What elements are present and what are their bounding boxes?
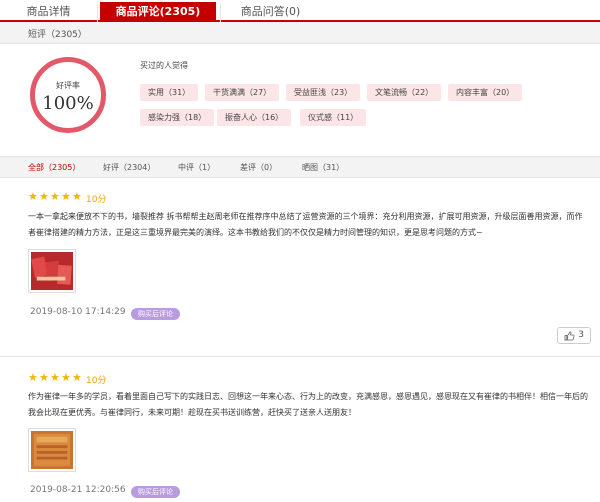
star-icon: ★	[50, 190, 60, 203]
review-stars: ★ ★ ★ ★ ★	[28, 371, 82, 384]
filter-positive[interactable]: 好评（2304）	[103, 162, 155, 173]
review-time: 2019-08-21 12:20:56	[30, 485, 126, 495]
impression-chip[interactable]: 实用（31）	[140, 84, 199, 101]
review-time: 2019-08-10 17:14:29	[30, 307, 126, 317]
star-icon: ★	[28, 190, 38, 203]
review-text: 作为崔律一年多的学员，看着里面自己写下的实践日志、回想这一年来心态、行为上的改变…	[28, 392, 588, 417]
like-count: 3	[578, 330, 584, 340]
impression-chip[interactable]: 受益匪浅（23）	[286, 84, 361, 101]
positive-rate-label: 好评率	[56, 81, 80, 90]
review-filter-bar: 全部（2305） 好评（2304） 中评（1） 差评（0） 晒图（31）	[0, 156, 600, 178]
impression-chip[interactable]: 文笔流畅（22）	[367, 84, 442, 101]
tab-product-details[interactable]: 商品详情	[0, 3, 98, 22]
review-image-thumbnail[interactable]	[28, 249, 76, 293]
review-text: 一本一拿起来便放不下的书，墙裂推荐 拆书帮帮主赵周老师在推荐序中总结了运营资源的…	[28, 212, 583, 237]
impression-chip[interactable]: 仪式感（11）	[300, 109, 367, 126]
filter-negative[interactable]: 差评（0）	[240, 162, 277, 173]
thumbs-up-icon	[564, 331, 575, 341]
short-review-bar: 短评（2305）	[0, 22, 600, 44]
review-stars: ★ ★ ★ ★ ★	[28, 190, 82, 203]
star-icon: ★	[39, 371, 49, 384]
purchase-badge: 购买后评论	[131, 486, 180, 498]
short-review-label: 短评（2305）	[28, 30, 87, 40]
tab-product-reviews[interactable]: 商品评论(2305)	[100, 2, 216, 22]
star-icon: ★	[72, 190, 82, 203]
star-icon: ★	[72, 371, 82, 384]
star-icon: ★	[61, 190, 71, 203]
positive-rate-ring: 好评率 100%	[30, 57, 106, 133]
review-photo	[31, 252, 73, 290]
purchase-badge: 购买后评论	[131, 308, 180, 320]
star-icon: ★	[39, 190, 49, 203]
impression-chip[interactable]: 内容丰富（20）	[448, 84, 523, 101]
star-icon: ★	[61, 371, 71, 384]
impression-chip[interactable]: 干货满满（27）	[205, 84, 280, 101]
filter-neutral[interactable]: 中评（1）	[178, 162, 215, 173]
filter-with-images[interactable]: 晒图（31）	[302, 162, 344, 173]
impression-chip[interactable]: 振奋人心（16）	[217, 109, 292, 126]
tab-product-qa[interactable]: 商品问答(0)	[220, 3, 320, 22]
filter-all[interactable]: 全部（2305）	[28, 162, 80, 173]
star-icon: ★	[50, 371, 60, 384]
impressions-title: 买过的人觉得	[140, 61, 188, 70]
review-score: 10分	[86, 195, 107, 205]
impression-chip[interactable]: 感染力强（18）	[140, 109, 215, 126]
review-score: 10分	[86, 376, 107, 386]
review-divider	[0, 356, 600, 357]
review-tabs: 商品详情 商品评论(2305) 商品问答(0)	[0, 0, 600, 22]
star-icon: ★	[28, 371, 38, 384]
like-button[interactable]: 3	[557, 327, 591, 344]
review-image-thumbnail[interactable]	[28, 428, 76, 472]
review-photo	[31, 431, 73, 469]
positive-rate-value: 100%	[42, 93, 94, 114]
